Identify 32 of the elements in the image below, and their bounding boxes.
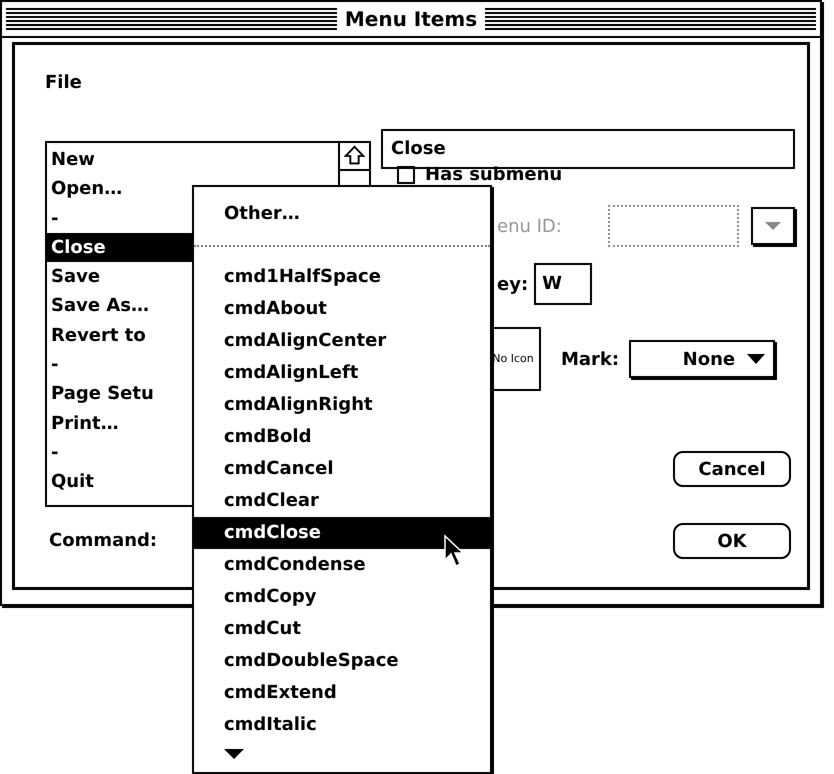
caret-icon (747, 354, 766, 364)
list-item[interactable]: New (47, 145, 338, 174)
submenu-id-label: enu ID: (497, 214, 563, 238)
menu-item[interactable]: cmdCondense (194, 549, 490, 581)
dialog-button[interactable]: OK (673, 523, 791, 559)
key-field[interactable]: W (534, 263, 592, 305)
mark-label: Mark: (561, 348, 620, 372)
menu-item[interactable]: Other… (194, 197, 490, 231)
menu-item[interactable]: cmd1HalfSpace (194, 261, 490, 293)
key-label: ey: (497, 272, 528, 296)
dialog-button[interactable]: Cancel (673, 451, 791, 487)
window-title: Menu Items (344, 9, 478, 29)
scroll-up-arrow-icon[interactable] (340, 143, 369, 171)
submenu-id-field[interactable] (608, 205, 740, 247)
caret-icon (765, 222, 782, 230)
item-text-field[interactable]: Close (381, 129, 795, 169)
menu-item[interactable]: cmdCancel (194, 453, 490, 485)
menu-item[interactable]: cmdDoubleSpace (194, 645, 490, 677)
menu-item[interactable]: cmdBold (194, 421, 490, 453)
menu-title: File (45, 71, 83, 95)
mark-dropdown[interactable]: None (629, 340, 776, 378)
menu-item[interactable]: cmdAbout (194, 293, 490, 325)
menu-item[interactable]: cmdClose (194, 517, 490, 549)
menu-item[interactable]: cmdExtend (194, 677, 490, 709)
dropdown-button[interactable] (751, 207, 795, 245)
command-label: Command: (49, 529, 158, 553)
menu-item[interactable]: cmdCut (194, 613, 490, 645)
menu-item[interactable]: cmdItalic (194, 709, 490, 741)
scroll-down-arrow-icon[interactable] (224, 749, 244, 759)
menu-item[interactable]: cmdClear (194, 485, 490, 517)
menu-item[interactable]: cmdAlignRight (194, 389, 490, 421)
menu-item[interactable]: cmdCopy (194, 581, 490, 613)
